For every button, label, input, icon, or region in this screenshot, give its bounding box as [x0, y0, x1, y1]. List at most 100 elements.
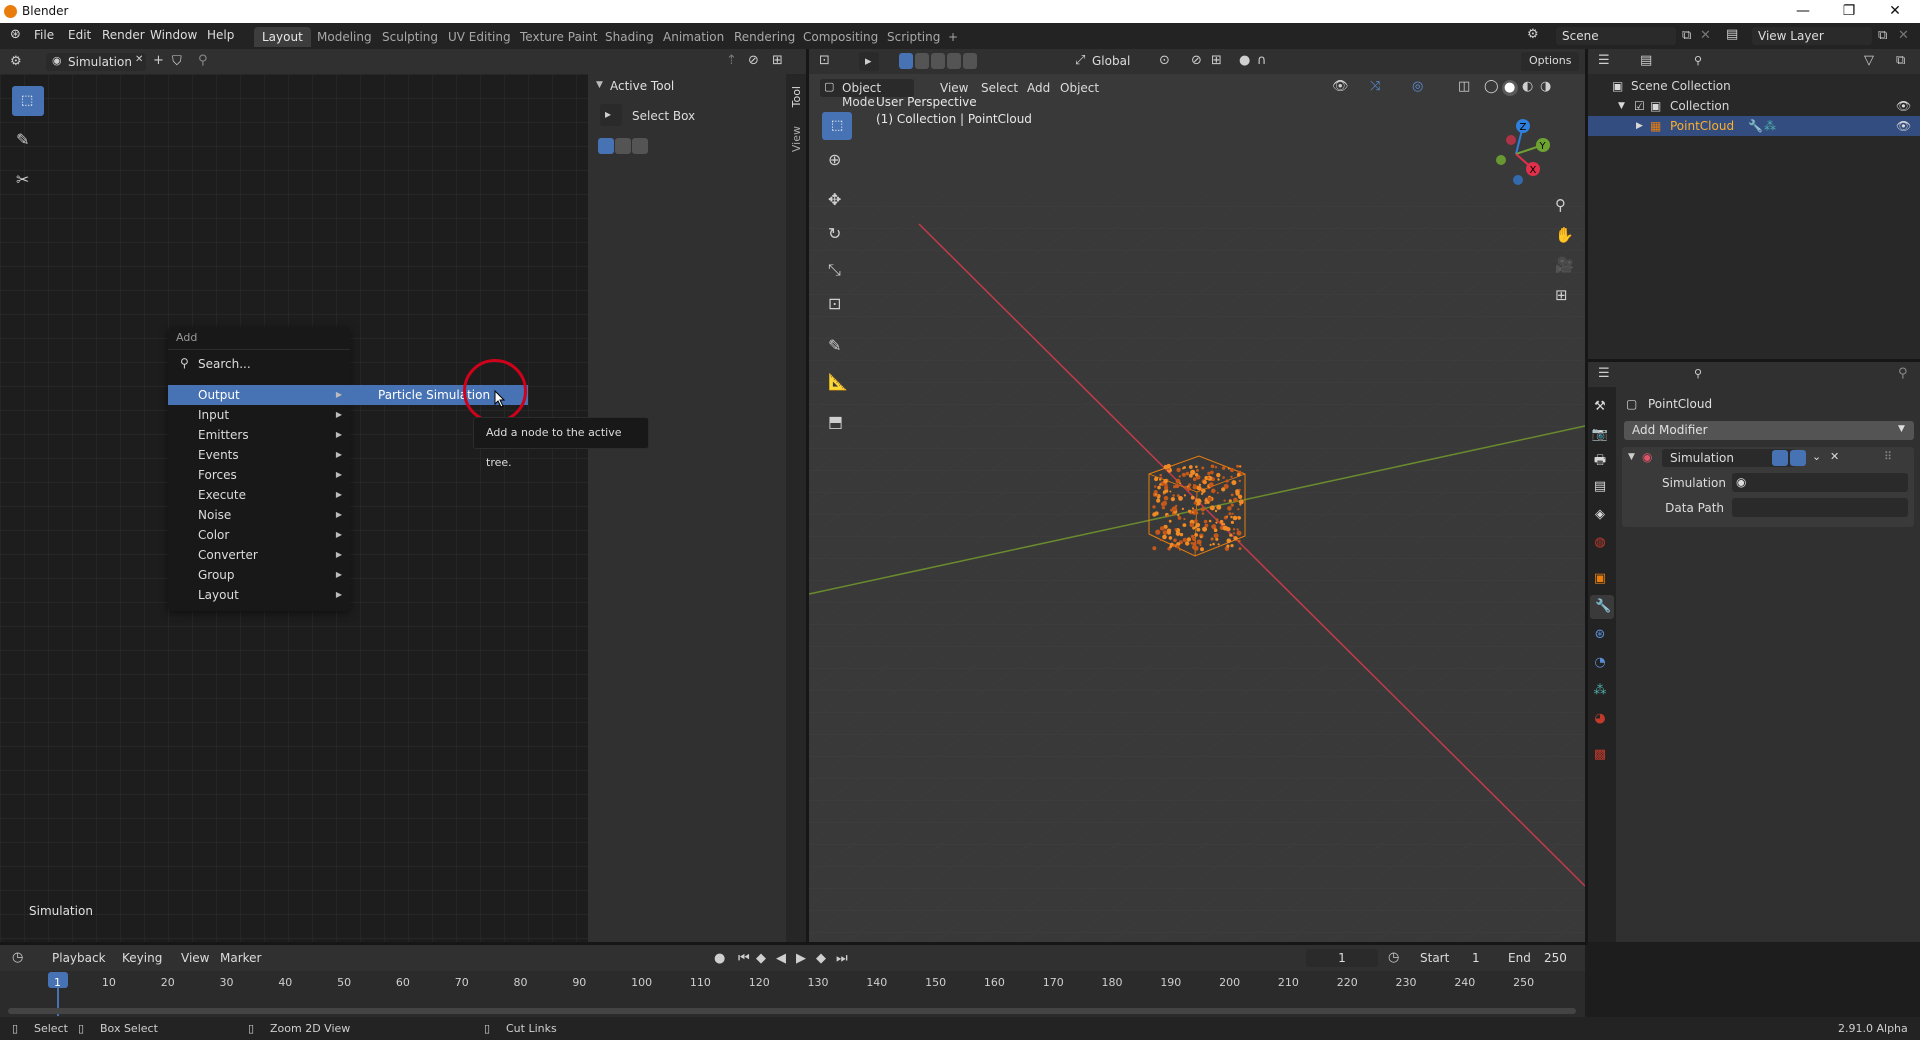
fake-user-icon[interactable]: ⛉	[172, 55, 182, 68]
annotate-tool-icon[interactable]: ✎	[16, 132, 29, 148]
data-path-field[interactable]	[1732, 498, 1908, 517]
world-tab-icon[interactable]: ◍	[1588, 531, 1612, 555]
select-mode-subtract[interactable]	[931, 53, 945, 69]
mode-dropdown[interactable]: ▢ Object Mode	[820, 79, 914, 109]
add-modifier-dropdown[interactable]: Add Modifier ▼	[1624, 421, 1914, 440]
tab-view[interactable]: View	[790, 126, 803, 152]
panel-collapse-icon[interactable]: ▼	[596, 80, 603, 90]
active-tool-header[interactable]: Active Tool	[610, 79, 674, 93]
solid-shading-button[interactable]: ●	[1502, 80, 1518, 96]
snap-target-icon[interactable]: ⊞	[1211, 54, 1222, 67]
tab-rendering[interactable]: Rendering	[726, 27, 803, 47]
view-layer-field[interactable]: View Layer	[1752, 27, 1872, 45]
viewport-menu-object[interactable]: Object	[1060, 81, 1099, 95]
play-icon[interactable]: ▶	[796, 952, 806, 965]
new-view-layer-icon[interactable]: ⧉	[1878, 29, 1887, 42]
viewport-menu-view[interactable]: View	[940, 81, 968, 95]
ortho-grid-icon[interactable]: ⊞	[1555, 288, 1568, 303]
eye-icon[interactable]: 👁	[1896, 116, 1911, 136]
timeline-menu-view[interactable]: View	[181, 951, 209, 965]
menu-edit[interactable]: Edit	[68, 28, 91, 42]
pin-icon[interactable]: ⚲	[1898, 367, 1908, 380]
show-in-viewport-button[interactable]	[1772, 450, 1788, 466]
material-shading-icon[interactable]: ◐	[1522, 80, 1533, 93]
menu-item-input[interactable]: Input ▶	[168, 405, 350, 425]
tab-uv-editing[interactable]: UV Editing	[440, 27, 519, 47]
tab-scripting[interactable]: Scripting	[879, 27, 948, 47]
gizmo-toggle-icon[interactable]: ⤨	[1370, 80, 1380, 93]
play-reverse-icon[interactable]: ◀	[776, 952, 786, 965]
editor-type-icon[interactable]: ☰	[1598, 367, 1610, 380]
snap-element-icon[interactable]: ⊞	[772, 54, 783, 67]
timeline-menu-keying[interactable]: Keying	[122, 951, 162, 965]
mode-subtract-button[interactable]	[632, 138, 648, 154]
remove-scene-icon[interactable]: ✕	[1700, 29, 1711, 42]
display-mode-icon[interactable]: ▤	[1640, 54, 1652, 67]
tab-shading[interactable]: Shading	[597, 27, 662, 47]
viewport-tool-select[interactable]: ⬚	[822, 112, 852, 140]
wireframe-shading-icon[interactable]: ◯	[1484, 80, 1499, 93]
tool-cursor-button[interactable]: ▸	[859, 52, 879, 71]
select-mode-intersect[interactable]	[963, 53, 977, 69]
scale-tool-icon[interactable]: ⤡	[828, 262, 841, 278]
data-icon[interactable]: ⁂	[1764, 116, 1776, 136]
clock-editor-icon[interactable]: ◷	[12, 951, 23, 964]
simulation-field[interactable]: ◉	[1732, 473, 1908, 492]
minimize-button[interactable]: —	[1780, 0, 1826, 23]
tab-sculpting[interactable]: Sculpting	[374, 27, 446, 47]
expand-arrow-icon[interactable]: ▼	[1618, 96, 1625, 116]
collapse-arrow-icon[interactable]: ▼	[1628, 452, 1635, 462]
tab-animation[interactable]: Animation	[655, 27, 732, 47]
filter-icon[interactable]: ▽	[1864, 54, 1874, 67]
tab-compositing[interactable]: Compositing	[795, 27, 886, 47]
menu-item-output[interactable]: Output ▶	[168, 385, 350, 405]
timeline-menu-marker[interactable]: Marker	[220, 951, 261, 965]
tab-layout[interactable]: Layout	[254, 27, 311, 47]
close-button[interactable]: ✕	[1872, 0, 1918, 23]
camera-icon[interactable]: 🎥	[1555, 258, 1574, 273]
options-dropdown[interactable]: Options	[1521, 52, 1579, 71]
mode-new-button[interactable]	[598, 138, 614, 154]
editor-type-icon[interactable]: ⊡	[819, 54, 830, 67]
mode-extend-button[interactable]	[615, 138, 631, 154]
3d-viewport[interactable]: User Perspective (1) Collection | PointC…	[809, 74, 1585, 942]
transform-tool-icon[interactable]: ⊡	[828, 296, 841, 312]
viewport-menu-select[interactable]: Select	[981, 81, 1018, 95]
view-layer-icon[interactable]: ▤	[1726, 28, 1738, 41]
menu-search[interactable]: Search...	[198, 357, 251, 371]
material-tab-icon[interactable]: ◕	[1588, 707, 1612, 731]
navigation-gizmo[interactable]: Z Y X	[1481, 114, 1551, 194]
blender-menu-icon[interactable]: ⊛	[10, 28, 21, 41]
menu-render[interactable]: Render	[102, 28, 145, 42]
snap-icon[interactable]: ⊘	[1191, 54, 1202, 67]
visibility-icon[interactable]: 👁	[1332, 80, 1349, 93]
menu-item-emitters[interactable]: Emitters ▶	[168, 425, 350, 445]
stopwatch-icon[interactable]: ◷	[1388, 951, 1399, 964]
texture-tab-icon[interactable]: ▩	[1588, 743, 1612, 767]
timeline-scrollbar[interactable]	[8, 1008, 1576, 1014]
menu-item-execute[interactable]: Execute ▶	[168, 485, 350, 505]
add-cube-tool-icon[interactable]: ⬒	[828, 414, 843, 430]
measure-tool-icon[interactable]: 📐	[828, 374, 848, 390]
drag-handle-icon[interactable]: ⠿	[1884, 450, 1892, 463]
pan-hand-icon[interactable]: ✋	[1555, 228, 1574, 243]
scene-tab-icon[interactable]: ◈	[1588, 503, 1612, 527]
modifier-tab[interactable]: 🔧	[1590, 595, 1614, 619]
orientation-dropdown[interactable]: Global	[1092, 54, 1130, 68]
modifier-icon[interactable]: 🔧	[1748, 116, 1763, 136]
remove-modifier-icon[interactable]: ✕	[1830, 450, 1839, 463]
cursor-tool-icon[interactable]: ⊕	[828, 152, 841, 168]
select-mode-new[interactable]	[899, 53, 913, 69]
menu-item-noise[interactable]: Noise ▶	[168, 505, 350, 525]
editor-type-icon[interactable]: ☰	[1598, 54, 1610, 67]
data-tab-icon[interactable]: ⁂	[1588, 679, 1612, 703]
new-scene-icon[interactable]: ⧉	[1682, 29, 1691, 42]
unlink-icon[interactable]: ✕	[135, 55, 143, 65]
show-in-render-button[interactable]	[1790, 450, 1806, 466]
particles-tab-icon[interactable]: ⊛	[1588, 623, 1612, 647]
select-mode-invert[interactable]	[947, 53, 961, 69]
prev-keyframe-icon[interactable]: ◆	[756, 952, 766, 965]
pivot-icon[interactable]: ⊙	[1159, 54, 1170, 67]
output-tab-icon[interactable]: 🖶	[1588, 449, 1612, 473]
snap-icon[interactable]: ⊘	[748, 54, 759, 67]
